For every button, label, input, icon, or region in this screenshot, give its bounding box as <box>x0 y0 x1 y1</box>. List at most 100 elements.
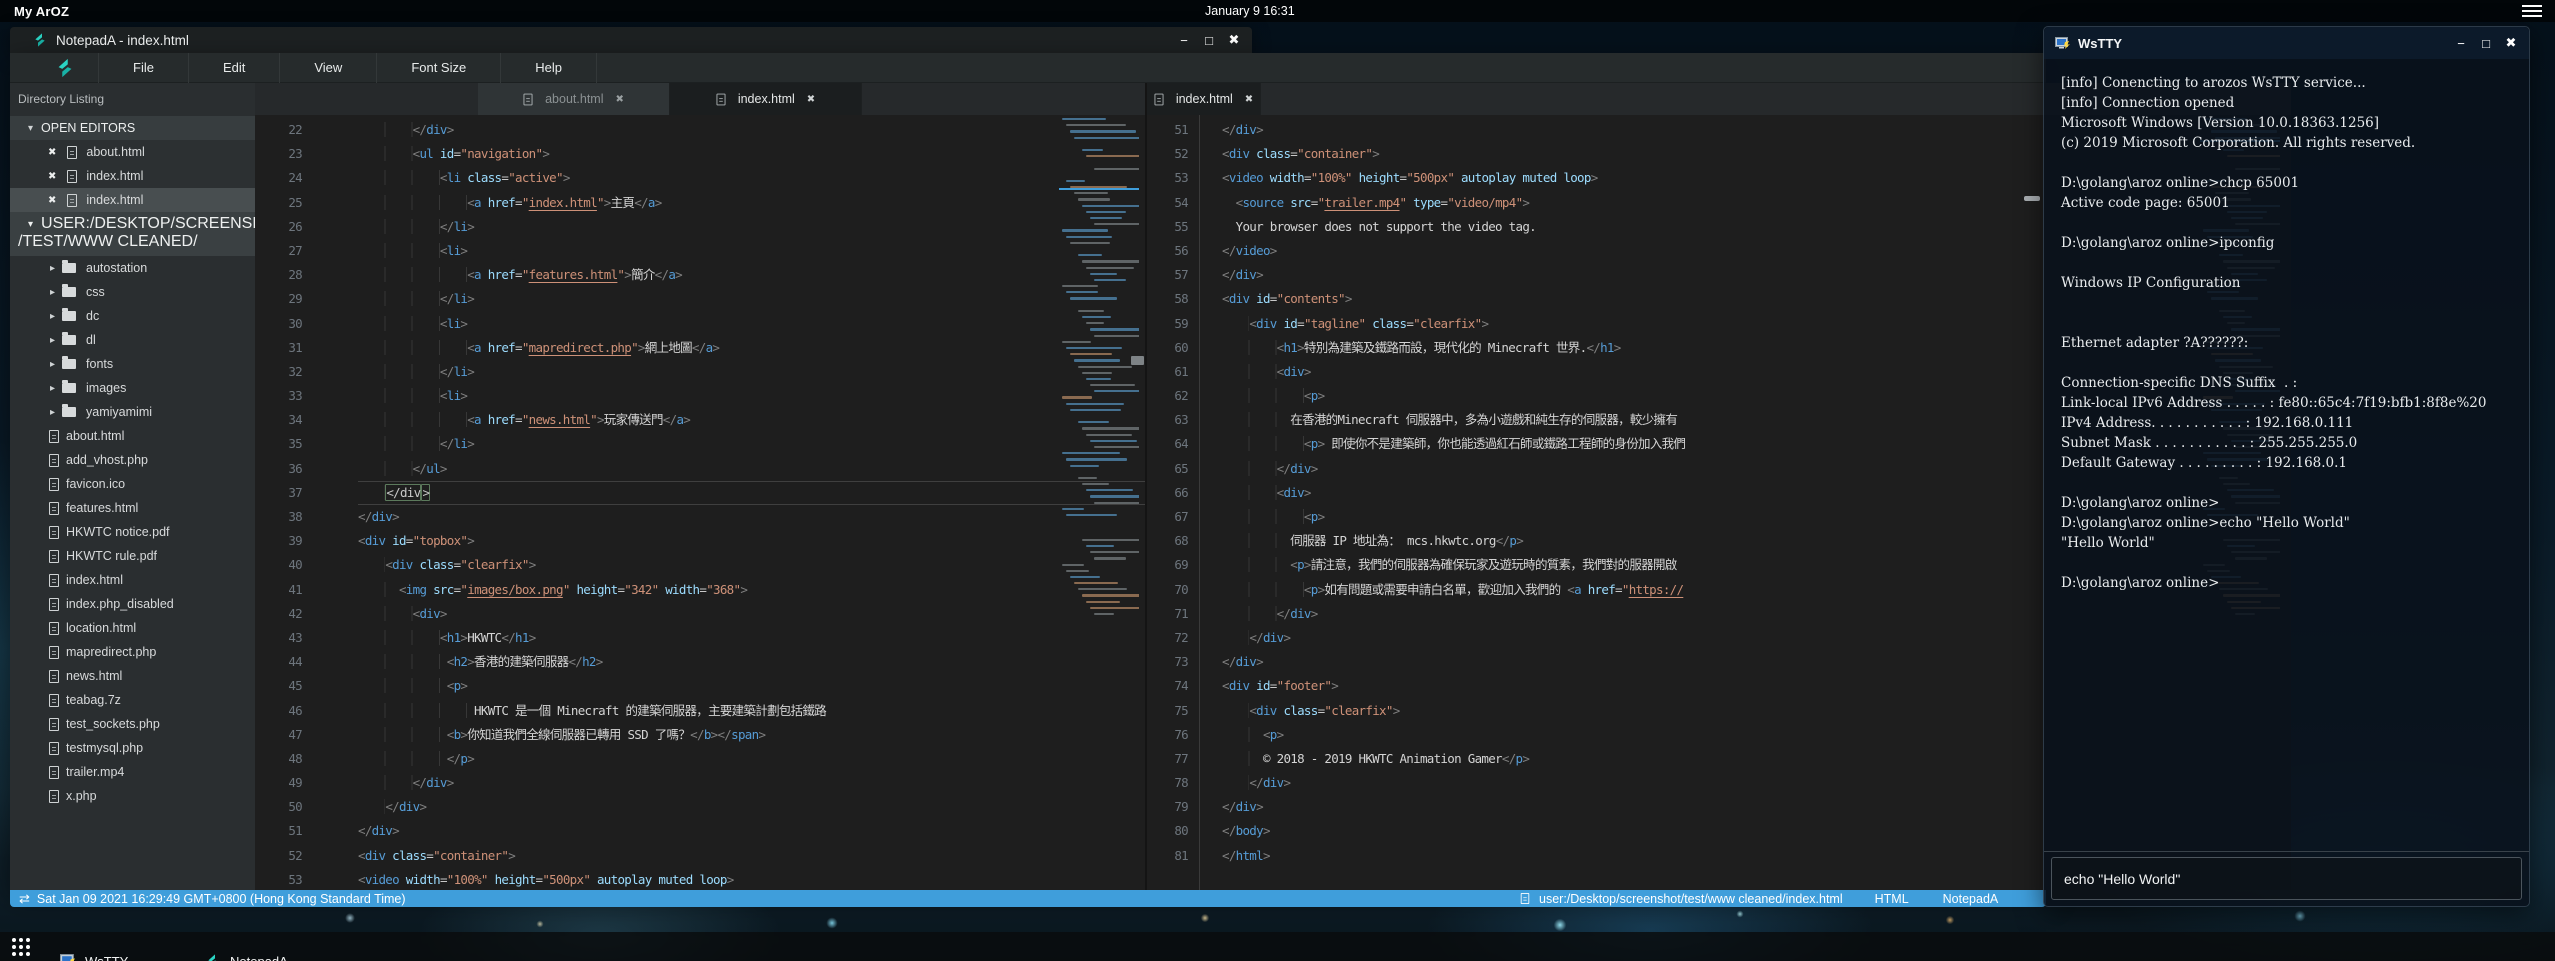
close-icon[interactable]: ✖ <box>807 94 815 105</box>
line-number: 77 <box>1147 747 1188 771</box>
code-line: </li> <box>358 287 1145 311</box>
close-icon[interactable]: ✖ <box>48 195 56 206</box>
tree-folder-autostation[interactable]: ▸ autostation <box>10 256 255 280</box>
hamburger-menu-icon[interactable] <box>2522 5 2542 17</box>
tree-file-x-php[interactable]: x.php <box>10 784 255 808</box>
pane-resize-handle[interactable] <box>1131 356 1144 365</box>
tree-file-features-html[interactable]: features.html <box>10 496 255 520</box>
open-editors-header[interactable]: ▾ OPEN EDITORS <box>10 116 255 140</box>
tree-folder-fonts[interactable]: ▸fonts <box>10 352 255 376</box>
line-number: 34 <box>255 408 302 432</box>
close-icon[interactable]: ✖ <box>2503 35 2519 51</box>
line-number: 52 <box>1147 142 1188 166</box>
window-title: NotepadA - index.html <box>56 33 189 48</box>
close-icon[interactable]: ✖ <box>48 171 56 182</box>
file-icon <box>1521 893 1530 904</box>
code-line: </div> <box>358 819 1145 843</box>
file-tree: ▸ autostation ▸css▸dc▸dl▸fonts▸images▸yami… <box>10 256 255 808</box>
tree-file-trailer-mp4[interactable]: trailer.mp4 <box>10 760 255 784</box>
open-editor-item-about-html[interactable]: ✖about.html <box>10 140 255 164</box>
status-language[interactable]: HTML <box>1875 892 1909 906</box>
minimize-icon[interactable]: − <box>2453 36 2469 51</box>
tree-file-hkwtc-rule-pdf[interactable]: HKWTC rule.pdf <box>10 544 255 568</box>
tree-file-teabag-7z[interactable]: teabag.7z <box>10 688 255 712</box>
tab-index-html[interactable]: index.html✖ <box>670 83 862 115</box>
minimap[interactable] <box>1059 118 1139 678</box>
tree-file-index-php-disabled[interactable]: index.php_disabled <box>10 592 255 616</box>
open-editor-label: index.html <box>86 193 143 207</box>
open-editor-item-index-html[interactable]: ✖index.html <box>10 164 255 188</box>
app-launcher-grid-icon[interactable] <box>12 938 30 956</box>
minimap-slider[interactable] <box>2024 196 2040 201</box>
file-icon <box>49 526 59 539</box>
code-area[interactable]: </div> <ul id="navigation"> <li class="a… <box>315 115 1145 890</box>
tree-file-testmysql-php[interactable]: testmysql.php <box>10 736 255 760</box>
tab-about-html[interactable]: about.html ✖ <box>478 83 670 115</box>
terminal-line: Link-local IPv6 Address . . . . . : fe80… <box>2061 393 2529 413</box>
wstty-titlebar[interactable]: WsTTY − □ ✖ <box>2044 27 2529 59</box>
close-icon[interactable]: ✖ <box>1226 32 1242 48</box>
tree-file-mapredirect-php[interactable]: mapredirect.php <box>10 640 255 664</box>
open-editors-label: OPEN EDITORS <box>41 121 135 135</box>
code-line: <li class="active"> <box>358 166 1145 190</box>
menu-item-help[interactable]: Help <box>501 53 597 83</box>
tree-folder-images[interactable]: ▸images <box>10 376 255 400</box>
notepada-icon <box>205 953 221 961</box>
close-icon[interactable]: ✖ <box>615 94 623 105</box>
folder-icon <box>62 287 76 297</box>
workspace-root-header[interactable]: ▾ USER:/DESKTOP/SCREENSHOT /TEST/WWW CLE… <box>10 212 255 256</box>
maximize-icon[interactable]: □ <box>2478 36 2494 51</box>
folder-icon <box>62 263 76 273</box>
line-number: 53 <box>255 868 302 890</box>
menu-item-font-size[interactable]: Font Size <box>377 53 501 83</box>
tree-file-index-html[interactable]: index.html <box>10 568 255 592</box>
folder-label: autostation <box>86 261 147 275</box>
chevron-right-icon: ▸ <box>50 263 55 274</box>
file-label: x.php <box>66 789 97 803</box>
menu-item-view[interactable]: View <box>280 53 377 83</box>
line-number: 53 <box>1147 166 1188 190</box>
tree-folder-yamiyamimi[interactable]: ▸yamiyamimi <box>10 400 255 424</box>
terminal-line: Default Gateway . . . . . . . . . : 192.… <box>2061 453 2529 473</box>
terminal-line: D:\golang\aroz online> <box>2061 493 2529 513</box>
status-app-name: NotepadA <box>1943 892 1999 906</box>
open-editor-item-index-html[interactable]: ✖ index.html <box>10 188 255 212</box>
tree-file-news-html[interactable]: news.html <box>10 664 255 688</box>
folder-icon <box>62 311 76 321</box>
line-number: 29 <box>255 287 302 311</box>
tree-file-test-sockets-php[interactable]: test_sockets.php <box>10 712 255 736</box>
close-icon[interactable]: ✖ <box>48 147 56 158</box>
terminal-line: D:\golang\aroz online>echo "Hello World" <box>2061 513 2529 533</box>
tab-label: about.html <box>545 92 603 106</box>
tree-folder-dc[interactable]: ▸dc <box>10 304 255 328</box>
close-icon[interactable]: ✖ <box>1245 94 1253 105</box>
taskbar-item-wstty[interactable]: WsTTY <box>50 947 138 961</box>
terminal-line: Active code page: 65001 <box>2061 193 2529 213</box>
menu-item-edit[interactable]: Edit <box>189 53 280 83</box>
tree-file-about-html[interactable]: about.html <box>10 424 255 448</box>
tab-index-html[interactable]: index.html✖ <box>1147 83 1261 115</box>
terminal-line: Connection-specific DNS Suffix . : <box>2061 373 2529 393</box>
code-line: HKWTC 是一個 Minecraft 的建築伺服器，主要建築計劃包括鐵路 <box>358 699 1145 723</box>
tree-file-add-vhost-php[interactable]: add_vhost.php <box>10 448 255 472</box>
left-editor[interactable]: 2223242526272829303132333435363738394041… <box>255 115 1145 890</box>
taskbar: WsTTY NotepadA <box>0 932 2555 961</box>
tree-folder-dl[interactable]: ▸dl <box>10 328 255 352</box>
tree-folder-css[interactable]: ▸css <box>10 280 255 304</box>
notepada-window-titlebar[interactable]: NotepadA - index.html − □ ✖ <box>10 27 1252 53</box>
tree-file-favicon-ico[interactable]: favicon.ico <box>10 472 255 496</box>
file-icon <box>49 718 59 731</box>
line-number: 58 <box>1147 287 1188 311</box>
terminal-line: Microsoft Windows [Version 10.0.18363.12… <box>2061 113 2529 133</box>
tree-file-hkwtc-notice-pdf[interactable]: HKWTC notice.pdf <box>10 520 255 544</box>
taskbar-item-notepada[interactable]: NotepadA <box>195 947 298 961</box>
tree-file-location-html[interactable]: location.html <box>10 616 255 640</box>
maximize-icon[interactable]: □ <box>1201 33 1217 48</box>
file-label: index.php_disabled <box>66 597 174 611</box>
wstty-title: WsTTY <box>2078 36 2122 51</box>
terminal-output[interactable]: [info] Conencting to arozos WsTTY servic… <box>2044 59 2529 851</box>
minimize-icon[interactable]: − <box>1176 33 1192 48</box>
line-number: 75 <box>1147 699 1188 723</box>
terminal-command-input[interactable] <box>2051 857 2522 900</box>
menu-item-file[interactable]: File <box>98 53 189 83</box>
